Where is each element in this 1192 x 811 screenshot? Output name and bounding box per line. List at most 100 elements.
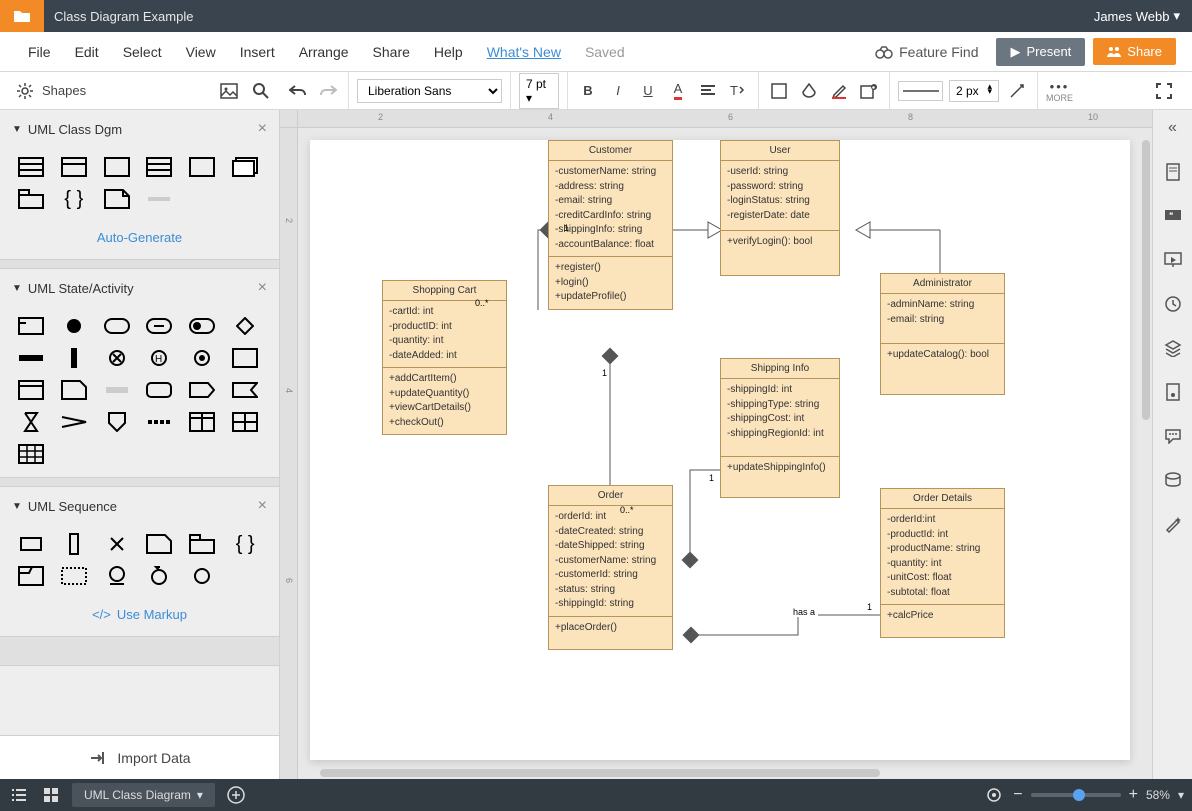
italic-button[interactable]: I (606, 79, 630, 103)
shape-shield[interactable] (102, 411, 132, 433)
shape-toggle[interactable] (187, 315, 217, 337)
close-icon[interactable]: × (258, 497, 267, 515)
border-color-button[interactable] (827, 79, 851, 103)
image-icon[interactable] (220, 83, 238, 99)
presentation-icon[interactable] (1161, 248, 1185, 272)
shape-braces[interactable]: { } (59, 188, 89, 210)
font-family-select[interactable]: Liberation Sans (357, 79, 502, 103)
shape-pins[interactable] (144, 411, 174, 433)
zoom-out-icon[interactable]: − (1013, 786, 1022, 804)
chevron-down-icon[interactable]: ▾ (1178, 788, 1184, 802)
data-icon[interactable] (1161, 468, 1185, 492)
more-button[interactable]: ••• MORE (1046, 79, 1073, 103)
line-style-select[interactable] (898, 81, 943, 101)
menu-insert[interactable]: Insert (228, 44, 287, 60)
bold-button[interactable]: B (576, 79, 600, 103)
master-pages-icon[interactable] (1161, 380, 1185, 404)
underline-button[interactable]: U (636, 79, 660, 103)
user-menu[interactable]: James Webb ▾ (1094, 8, 1192, 24)
shape-frame2[interactable] (16, 565, 46, 587)
shape-table3[interactable] (16, 443, 46, 465)
magic-icon[interactable] (1161, 512, 1185, 536)
shape-class[interactable] (16, 156, 46, 178)
page-tab[interactable]: UML Class Diagram ▾ (72, 783, 215, 807)
fullscreen-button[interactable] (1152, 79, 1176, 103)
section-uml-class[interactable]: ▼ UML Class Dgm × (0, 110, 279, 148)
page-settings-icon[interactable] (1161, 160, 1185, 184)
shape-bar-h[interactable] (16, 347, 46, 369)
shape-table2[interactable] (187, 411, 217, 433)
shape-boundary[interactable] (59, 565, 89, 587)
shape-rounded2[interactable] (144, 315, 174, 337)
shape-braces2[interactable]: { } (230, 533, 260, 555)
redo-button[interactable] (316, 79, 340, 103)
menu-arrange[interactable]: Arrange (287, 44, 361, 60)
section-uml-state[interactable]: ▼ UML State/Activity × (0, 269, 279, 307)
shape-grid2[interactable] (230, 411, 260, 433)
document-title[interactable]: Class Diagram Example (44, 9, 1094, 24)
search-icon[interactable] (252, 82, 270, 100)
shape-note3[interactable] (144, 533, 174, 555)
shape-lifeline[interactable] (16, 533, 46, 555)
layers-icon[interactable] (1161, 336, 1185, 360)
shape-hourglass[interactable] (16, 411, 46, 433)
chat-icon[interactable] (1161, 424, 1185, 448)
uml-user[interactable]: User -userId: string -password: string -… (720, 140, 840, 276)
shape-package[interactable] (16, 188, 46, 210)
font-size-select[interactable]: 7 pt ▾ (519, 73, 559, 109)
feature-find[interactable]: Feature Find (865, 44, 988, 60)
scrollbar-h[interactable] (320, 769, 880, 777)
shape-circle[interactable] (187, 565, 217, 587)
shape-rect2[interactable] (230, 347, 260, 369)
grid-view-icon[interactable] (40, 784, 62, 806)
shape-note[interactable] (102, 188, 132, 210)
shape-rounded[interactable] (102, 315, 132, 337)
shape-signal-send[interactable] (187, 379, 217, 401)
menu-share[interactable]: Share (361, 44, 422, 60)
menu-edit[interactable]: Edit (63, 44, 111, 60)
shape-text[interactable] (144, 188, 174, 210)
comments-icon[interactable]: ❝ (1161, 204, 1185, 228)
shape-simple-class[interactable] (59, 156, 89, 178)
gear-icon[interactable] (16, 82, 34, 100)
menu-select[interactable]: Select (111, 44, 174, 60)
menu-whatsnew[interactable]: What's New (475, 44, 573, 60)
close-icon[interactable]: × (258, 120, 267, 138)
shape-final[interactable] (187, 347, 217, 369)
menu-view[interactable]: View (174, 44, 228, 60)
shape-destroy[interactable] (102, 533, 132, 555)
shape-multi[interactable] (230, 156, 260, 178)
scrollbar-v[interactable] (1142, 140, 1150, 420)
share-button[interactable]: Share (1093, 38, 1176, 65)
auto-generate-link[interactable]: Auto-Generate (0, 222, 279, 259)
zoom-in-icon[interactable]: + (1129, 786, 1138, 804)
fill-color-button[interactable] (797, 79, 821, 103)
shape-decision[interactable] (230, 315, 260, 337)
menu-help[interactable]: Help (422, 44, 475, 60)
shape-options-button[interactable] (857, 79, 881, 103)
shape-hatch[interactable] (102, 379, 132, 401)
line-options-button[interactable] (1005, 79, 1029, 103)
uml-shipping-info[interactable]: Shipping Info -shippingId: int -shipping… (720, 358, 840, 498)
shape-state[interactable] (16, 315, 46, 337)
uml-administrator[interactable]: Administrator -adminName: string -email:… (880, 273, 1005, 395)
shape-rect[interactable] (102, 156, 132, 178)
section-uml-sequence[interactable]: ▼ UML Sequence × (0, 487, 279, 525)
zoom-slider[interactable] (1031, 793, 1121, 797)
present-button[interactable]: ▶ Present (996, 38, 1085, 66)
shape-note2[interactable] (59, 379, 89, 401)
undo-button[interactable] (286, 79, 310, 103)
document-icon[interactable] (0, 0, 44, 32)
shape-initial[interactable] (59, 315, 89, 337)
shape-control[interactable] (144, 565, 174, 587)
uml-order[interactable]: Order -orderId: int -dateCreated: string… (548, 485, 673, 650)
shape-frame[interactable] (16, 379, 46, 401)
text-options-button[interactable]: T (726, 79, 750, 103)
menu-file[interactable]: File (16, 44, 63, 60)
shape-flow[interactable] (59, 411, 89, 433)
zoom-level[interactable]: 58% (1146, 788, 1170, 802)
line-width-select[interactable]: 2 px▴▾ (949, 80, 999, 102)
collapse-panel-icon[interactable]: « (1161, 116, 1185, 140)
canvas[interactable]: 2 4 6 8 10 2 4 6 Customer -customer (280, 110, 1152, 779)
shape-bar-v[interactable] (59, 347, 89, 369)
